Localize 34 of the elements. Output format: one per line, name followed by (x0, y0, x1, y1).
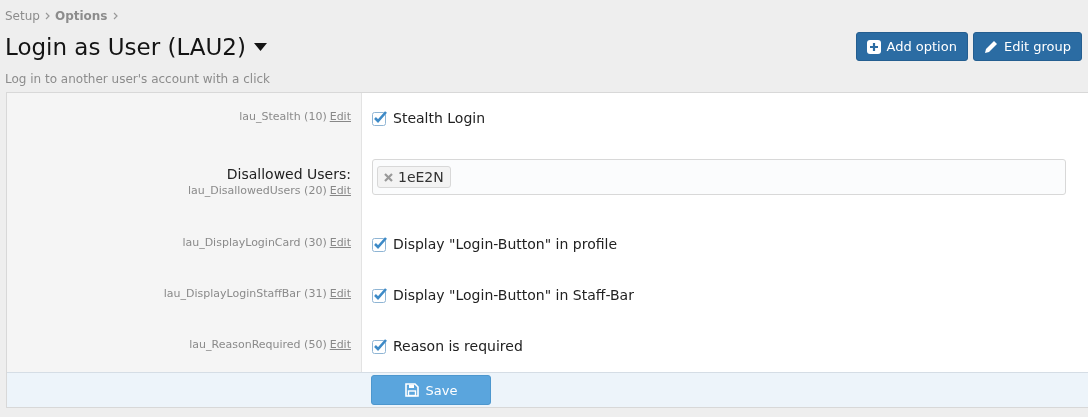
edit-link[interactable]: Edit (329, 287, 351, 300)
plus-icon (866, 39, 881, 54)
breadcrumb-link[interactable]: Setup (5, 9, 40, 23)
checkbox-label: Stealth Login (393, 110, 486, 126)
edit-link[interactable]: Edit (329, 338, 351, 351)
option-title: Disallowed Users: (226, 166, 351, 182)
chevron-icon (44, 12, 50, 20)
checkbox[interactable] (372, 110, 387, 126)
checkbox[interactable] (372, 236, 387, 252)
tokens-field[interactable]: 1eE2N (372, 159, 1066, 195)
option-id: lau_ReasonRequired (50) (189, 338, 327, 351)
pencil-icon (983, 39, 998, 54)
checkbox-label: Display "Login-Button" in profile (393, 236, 618, 252)
chevron-icon (112, 12, 118, 20)
option-id: lau_DisallowedUsers (20) (187, 184, 327, 197)
option-id: lau_DisplayLoginStaffBar (31) (163, 287, 327, 300)
edit-link[interactable]: Edit (329, 236, 351, 249)
checkbox-label: Reason is required (393, 338, 523, 354)
option-id: lau_DisplayLoginCard (30) (182, 236, 327, 249)
checkbox[interactable] (372, 287, 387, 303)
edit-link[interactable]: Edit (329, 110, 351, 123)
page-title: Login as User (LAU2) (5, 34, 246, 60)
edit-link[interactable]: Edit (329, 184, 351, 197)
save-button[interactable]: Save (371, 375, 491, 405)
edit-button[interactable]: Edit group (972, 32, 1082, 61)
add-button[interactable]: Add option (855, 32, 968, 61)
checkbox-label: Display "Login-Button" in Staff-Bar (393, 287, 634, 303)
checkbox[interactable] (372, 338, 387, 354)
caret-icon[interactable] (254, 43, 267, 51)
page-description: Log in to another user's account with a click (5, 72, 272, 86)
option-id: lau_Stealth (10) (239, 110, 327, 123)
user-token: 1eE2N (377, 166, 451, 188)
breadcrumb-link[interactable]: Options (54, 9, 108, 23)
remove-icon[interactable] (384, 172, 393, 182)
